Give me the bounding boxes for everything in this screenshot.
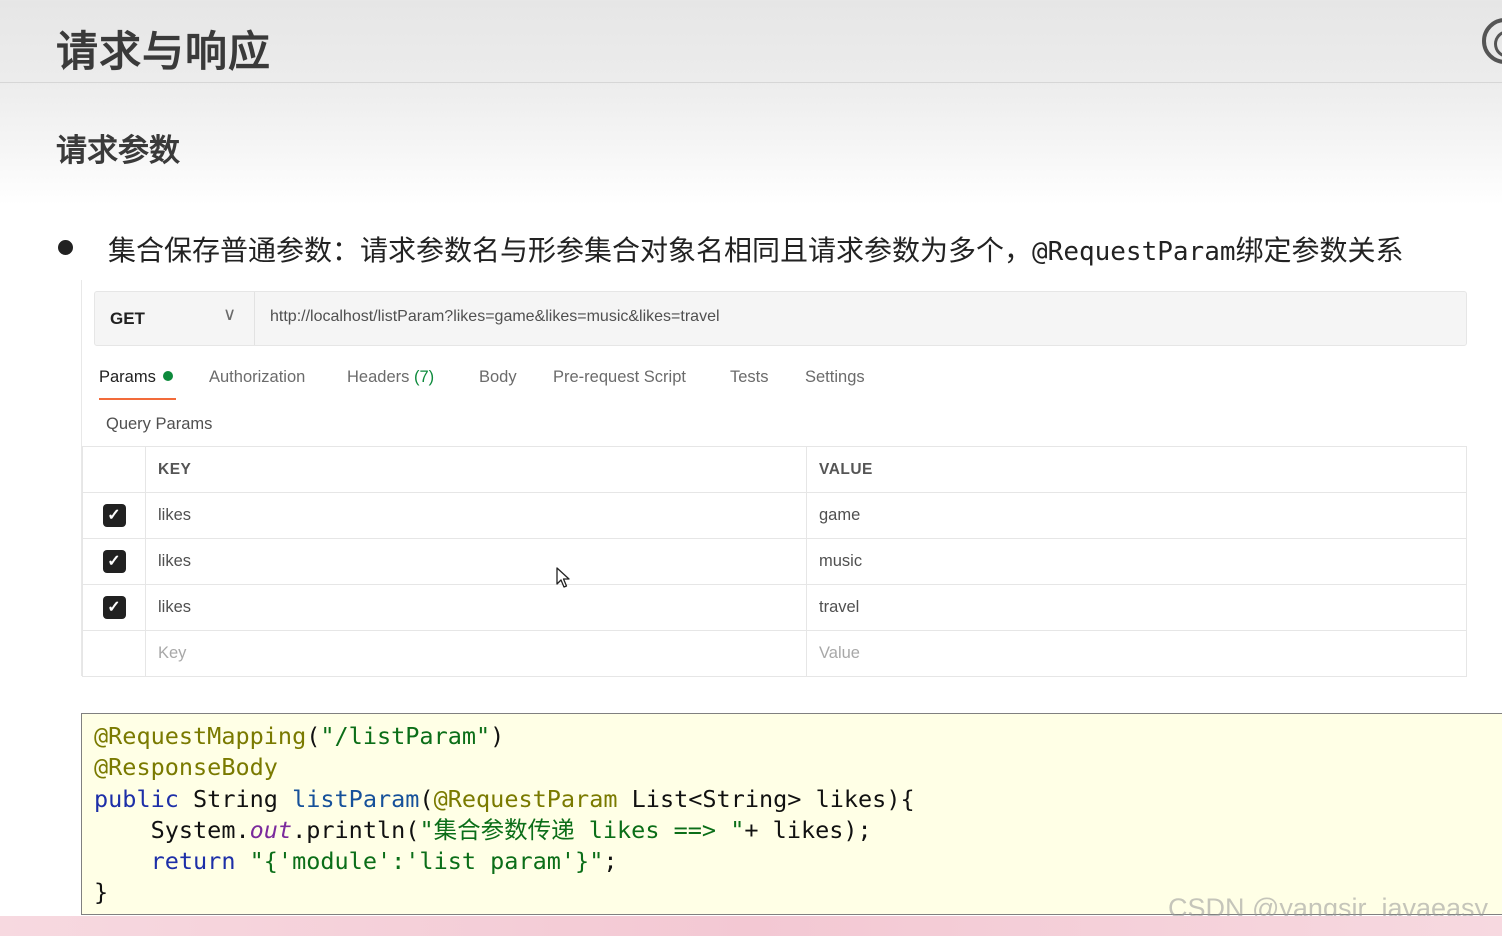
tab-headers-label: Headers — [347, 368, 410, 386]
param-key[interactable]: likes — [145, 584, 807, 631]
code-token: ( — [419, 784, 434, 813]
tab-settings[interactable]: Settings — [805, 368, 865, 387]
bullet-annotation: @RequestParam — [1032, 237, 1236, 267]
row-checkbox-cell — [82, 630, 146, 677]
code-token: ) — [490, 722, 505, 750]
code-token: List<String> likes){ — [617, 784, 915, 813]
method-label: GET — [110, 309, 145, 328]
request-tabs: Params Authorization Headers (7) Body Pr… — [82, 368, 1467, 400]
method-select[interactable]: GET ∨ — [95, 292, 255, 345]
table-row: ✓ likes travel — [82, 584, 1467, 631]
row-checkbox-cell: ✓ — [82, 492, 146, 539]
mouse-cursor-icon — [556, 567, 570, 588]
query-params-label: Query Params — [106, 415, 213, 433]
code-keyword: return — [150, 847, 236, 876]
checkbox-checked-icon[interactable]: ✓ — [102, 550, 126, 573]
code-token: ( — [306, 722, 321, 750]
key-input[interactable]: Key — [145, 630, 807, 677]
code-annotation: @ResponseBody — [94, 753, 278, 782]
code-token: String — [178, 784, 293, 813]
code-token: ; — [603, 847, 618, 876]
bottom-bar — [0, 916, 1502, 936]
bullet-icon — [58, 240, 73, 255]
bullet-text-suffix: 绑定参数关系 — [1235, 234, 1404, 267]
header-key: KEY — [145, 446, 807, 493]
code-token: + likes); — [744, 815, 872, 844]
param-value[interactable]: music — [806, 538, 1467, 585]
checkbox-checked-icon[interactable]: ✓ — [102, 504, 126, 527]
tab-pre-request-script[interactable]: Pre-request Script — [553, 368, 686, 387]
slide-title: 请求与响应 — [56, 27, 272, 76]
url-input[interactable]: http://localhost/listParam?likes=game&li… — [270, 308, 720, 326]
param-value[interactable]: travel — [806, 584, 1467, 631]
code-block: @RequestMapping("/listParam") @ResponseB… — [81, 713, 1502, 915]
tab-headers-count: (7) — [413, 368, 435, 386]
tab-params[interactable]: Params — [99, 368, 173, 387]
code-token: System. — [94, 815, 250, 844]
code-function: listParam — [292, 784, 420, 813]
code-string: "{'module':'list param'}" — [249, 847, 604, 876]
code-token: } — [94, 878, 109, 907]
table-row: ✓ likes music — [82, 538, 1467, 585]
query-params-table: KEY VALUE ✓ likes game ✓ likes music ✓ l… — [82, 446, 1467, 677]
chevron-down-icon: ∨ — [223, 304, 237, 324]
header-value: VALUE — [806, 446, 1467, 493]
tab-headers[interactable]: Headers (7) — [347, 368, 434, 387]
logo-icon — [1482, 18, 1502, 64]
tab-tests[interactable]: Tests — [730, 368, 769, 387]
table-row: ✓ likes game — [82, 492, 1467, 539]
checkbox-checked-icon[interactable]: ✓ — [102, 596, 126, 619]
code-field: out — [249, 815, 293, 844]
postman-panel: GET ∨ http://localhost/listParam?likes=g… — [81, 280, 1467, 677]
active-tab-indicator — [99, 398, 176, 400]
code-string: "/listParam" — [320, 722, 491, 750]
green-dot-icon — [162, 371, 173, 381]
tab-body[interactable]: Body — [479, 368, 517, 387]
row-checkbox-cell: ✓ — [82, 538, 146, 585]
value-input[interactable]: Value — [806, 630, 1467, 677]
tab-authorization[interactable]: Authorization — [209, 368, 305, 387]
code-annotation: @RequestMapping — [94, 722, 307, 750]
code-annotation: @RequestParam — [433, 784, 618, 813]
row-checkbox-cell: ✓ — [82, 584, 146, 631]
param-value[interactable]: game — [806, 492, 1467, 539]
param-key[interactable]: likes — [145, 538, 807, 585]
bullet-text-prefix: 集合保存普通参数：请求参数名与形参集合对象名相同且请求参数为多个， — [108, 234, 1033, 267]
request-bar: GET ∨ http://localhost/listParam?likes=g… — [94, 291, 1467, 346]
table-header-row: KEY VALUE — [82, 446, 1467, 493]
tab-params-label: Params — [99, 368, 156, 386]
bullet-text: 集合保存普通参数：请求参数名与形参集合对象名相同且请求参数为多个，@Reques… — [108, 229, 1404, 269]
table-row-empty: Key Value — [82, 630, 1467, 677]
code-token: .println( — [292, 815, 420, 844]
code-string: "集合参数传递 likes ==> " — [419, 815, 745, 844]
header-checkbox-cell — [82, 446, 146, 493]
slide-subtitle: 请求参数 — [56, 133, 180, 169]
title-divider — [0, 82, 1502, 83]
code-keyword: public — [94, 784, 179, 813]
param-key[interactable]: likes — [145, 492, 807, 539]
